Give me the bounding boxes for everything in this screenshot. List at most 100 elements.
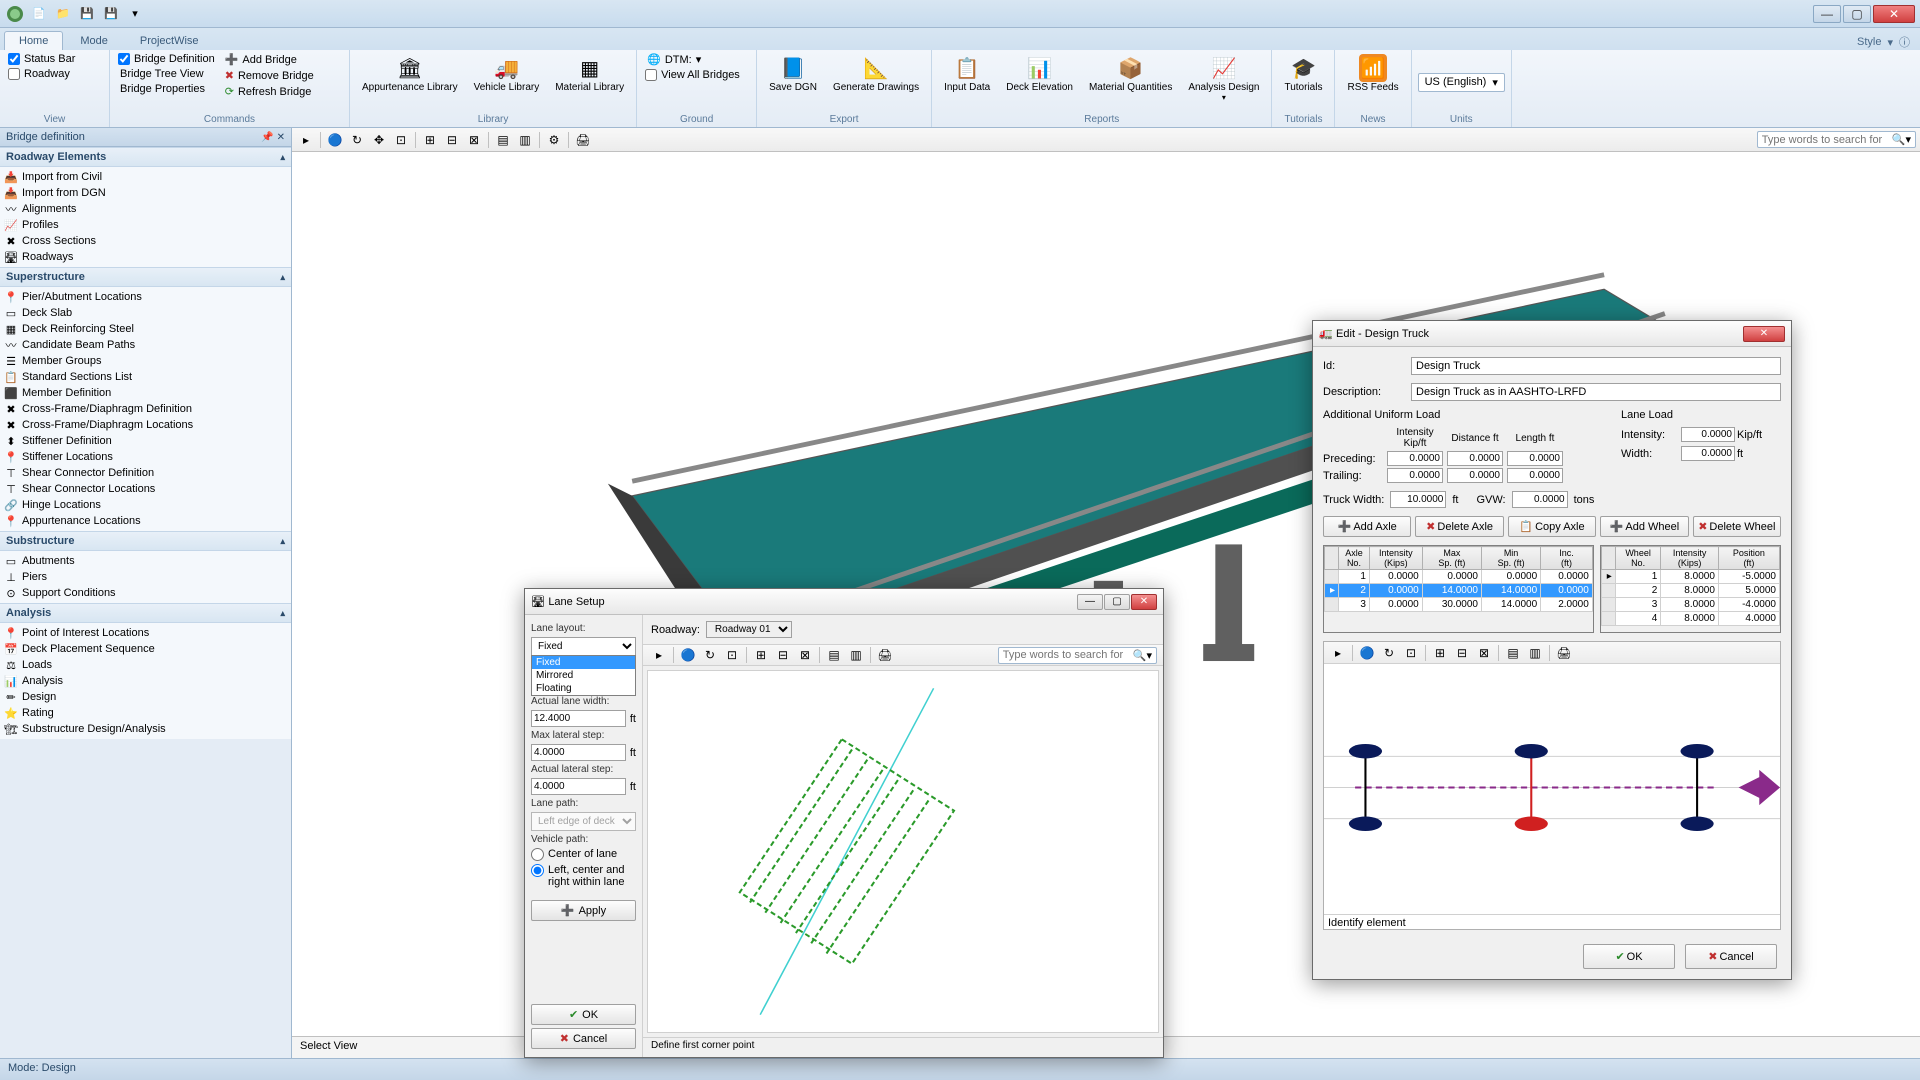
max-step-input[interactable] [531,744,626,761]
pan-tool-icon[interactable]: ✥ [369,131,389,149]
id-input[interactable] [1411,357,1781,375]
lane-print-icon[interactable]: 🖨 [875,646,895,664]
lane-close-button[interactable]: ✕ [1131,594,1157,610]
deck-elevation-button[interactable]: 📊Deck Elevation [1000,52,1079,95]
dtm-dropdown[interactable]: 🌐DTM:▾ [643,52,742,67]
view-all-bridges[interactable]: View All Bridges [643,68,742,82]
tree-item[interactable]: ⚖Loads [0,657,291,673]
tree-item[interactable]: 🔗Hinge Locations [0,497,291,513]
tab-home[interactable]: Home [4,31,63,50]
trail-dist[interactable] [1447,468,1503,483]
section-super[interactable]: Superstructure▴ [0,267,291,287]
tutorials-button[interactable]: 🎓Tutorials [1278,52,1328,95]
actual-step-input[interactable] [531,778,626,795]
rotate-tool-icon[interactable]: ↻ [347,131,367,149]
wheel-table[interactable]: WheelNo.Intensity(Kips)Position(ft)▸18.0… [1600,545,1781,633]
check-roadway[interactable]: Roadway [6,67,77,81]
tab-projectwise[interactable]: ProjectWise [125,31,214,50]
qat-save-icon[interactable]: 💾 [76,4,98,24]
tp-select-icon[interactable]: ▸ [1328,644,1348,662]
copy-axle-button[interactable]: 📋Copy Axle [1508,516,1596,537]
tree-item[interactable]: 📍Appurtenance Locations [0,513,291,529]
delete-wheel-button[interactable]: ✖Delete Wheel [1693,516,1781,537]
check-bridge-def[interactable]: Bridge Definition [116,52,217,66]
tree-item[interactable]: ⊙Support Conditions [0,585,291,601]
search-icon[interactable]: 🔍▾ [1892,133,1911,146]
bridge-properties[interactable]: Bridge Properties [116,82,217,96]
style-menu[interactable]: Style [1857,36,1881,48]
search-input[interactable] [1762,134,1892,146]
tree-item[interactable]: ▦Deck Reinforcing Steel [0,321,291,337]
lane-opt-floating[interactable]: Floating [532,682,635,695]
input-data-button[interactable]: 📋Input Data [938,52,996,95]
vp-left-radio[interactable]: Left, center and right within lane [531,864,636,888]
tp-v1-icon[interactable]: ⊞ [1430,644,1450,662]
tree-item[interactable]: ⬍Stiffener Definition [0,433,291,449]
tree-item[interactable]: ▭Abutments [0,553,291,569]
tp-l2-icon[interactable]: ▥ [1525,644,1545,662]
lane-fit-icon[interactable]: ⊡ [722,646,742,664]
lane-canvas[interactable] [647,670,1159,1033]
truck-preview[interactable]: ▸ 🔵 ↻ ⊡ ⊞ ⊟ ⊠ ▤ ▥ 🖨 [1323,641,1781,930]
tree-item[interactable]: ✏Design [0,689,291,705]
window-close-button[interactable]: ✕ [1873,5,1915,23]
zoom-tool-icon[interactable]: 🔵 [325,131,345,149]
refresh-bridge-button[interactable]: ⟳Refresh Bridge [221,84,318,99]
layer2-icon[interactable]: ▥ [515,131,535,149]
rss-feeds-button[interactable]: 📶RSS Feeds [1341,52,1404,95]
section-roadway[interactable]: Roadway Elements▴ [0,147,291,167]
tree-item[interactable]: 🛣Roadways [0,249,291,265]
tree-item[interactable]: 📥Import from DGN [0,185,291,201]
qat-dropdown-icon[interactable]: ▾ [124,4,146,24]
apply-button[interactable]: ➕Apply [531,900,636,921]
tree-item[interactable]: ✖Cross-Frame/Diaphragm Locations [0,417,291,433]
tree-item[interactable]: 📅Deck Placement Sequence [0,641,291,657]
lane-max-button[interactable]: ▢ [1104,594,1130,610]
tree-item[interactable]: 🏗Substructure Design/Analysis [0,721,291,737]
lane-l2-icon[interactable]: ▥ [846,646,866,664]
tree-item[interactable]: 📥Import from Civil [0,169,291,185]
lane-search-icon[interactable]: 🔍▾ [1133,649,1152,662]
fit-tool-icon[interactable]: ⊡ [391,131,411,149]
remove-bridge-button[interactable]: ✖Remove Bridge [221,68,318,83]
tree-item[interactable]: ✖Cross Sections [0,233,291,249]
roadway-select[interactable]: Roadway 01 [706,621,792,638]
delete-axle-button[interactable]: ✖Delete Axle [1415,516,1503,537]
ll-width-input[interactable] [1681,446,1735,461]
check-status-bar[interactable]: Status Bar [6,52,77,66]
tree-item[interactable]: 📍Point of Interest Locations [0,625,291,641]
truck-ok-button[interactable]: ✔OK [1583,944,1675,969]
lane-dialog-title[interactable]: 🛣 Lane Setup — ▢ ✕ [525,589,1163,615]
qat-saveall-icon[interactable]: 💾 [100,4,122,24]
tree-item[interactable]: ✖Cross-Frame/Diaphragm Definition [0,401,291,417]
tp-l1-icon[interactable]: ▤ [1503,644,1523,662]
view1-icon[interactable]: ⊞ [420,131,440,149]
window-maximize-button[interactable]: ▢ [1843,5,1871,23]
lane-cancel-button[interactable]: ✖Cancel [531,1028,636,1049]
tree-item[interactable]: ▭Deck Slab [0,305,291,321]
tree-item[interactable]: 〰Candidate Beam Paths [0,337,291,353]
appurtenance-library-button[interactable]: 🏛Appurtenance Library [356,52,464,95]
select-tool-icon[interactable]: ▸ [296,131,316,149]
truck-close-button[interactable]: ✕ [1743,326,1785,342]
tree-item[interactable]: 📍Stiffener Locations [0,449,291,465]
view2-icon[interactable]: ⊟ [442,131,462,149]
lane-v3-icon[interactable]: ⊠ [795,646,815,664]
tree-item[interactable]: ⊤Shear Connector Definition [0,465,291,481]
tree-item[interactable]: ⭐Rating [0,705,291,721]
tree-item[interactable]: ⬛Member Definition [0,385,291,401]
settings-icon[interactable]: ⚙ [544,131,564,149]
qat-open-icon[interactable]: 📁 [52,4,74,24]
prec-int[interactable] [1387,451,1443,466]
tp-rotate-icon[interactable]: ↻ [1379,644,1399,662]
tree-item[interactable]: 〰Alignments [0,201,291,217]
app-menu-button[interactable] [4,4,26,24]
material-quantities-button[interactable]: 📦Material Quantities [1083,52,1178,95]
units-select[interactable]: US (English)▾ [1418,73,1505,92]
print-icon[interactable]: 🖨 [573,131,593,149]
material-library-button[interactable]: ▦Material Library [549,52,630,95]
lane-opt-mirrored[interactable]: Mirrored [532,669,635,682]
add-axle-button[interactable]: ➕Add Axle [1323,516,1411,537]
viewport-search[interactable]: 🔍▾ [1757,131,1916,148]
truck-cancel-button[interactable]: ✖Cancel [1685,944,1777,969]
